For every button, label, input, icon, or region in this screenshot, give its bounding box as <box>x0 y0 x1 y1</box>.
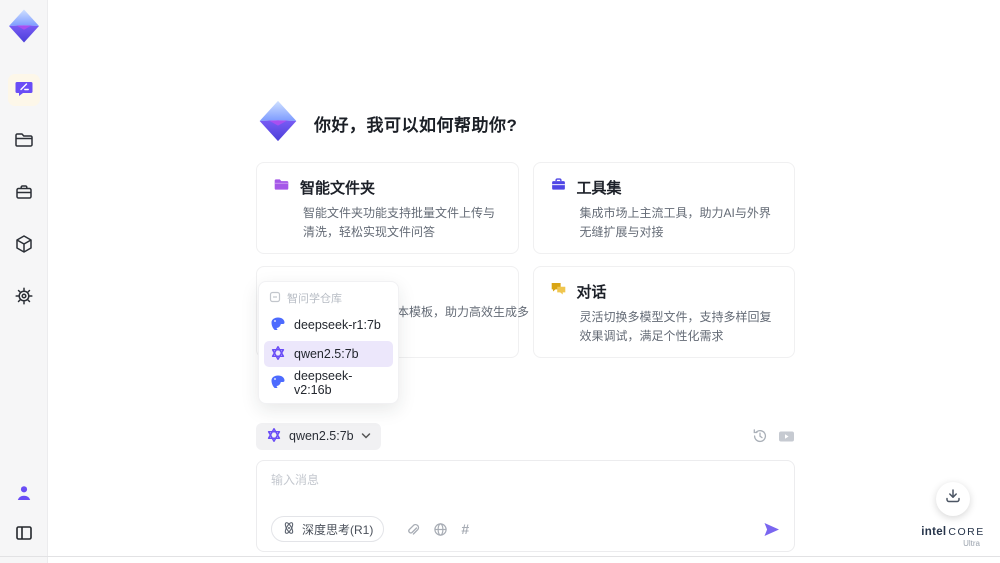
model-selector[interactable]: qwen2.5:7b <box>256 422 381 450</box>
hash-icon[interactable]: # <box>461 522 469 536</box>
card-dialog[interactable]: 对话 灵活切换多模型文件，支持多样回复效果调试，满足个性化需求 <box>532 266 795 359</box>
message-input[interactable] <box>271 471 780 510</box>
model-selector-value: qwen2.5:7b <box>289 429 354 444</box>
panel-icon <box>14 523 34 548</box>
intel-core-badge: intel CORE Ultra <box>920 522 986 549</box>
model-dropdown-header: 智问学仓库 <box>264 287 393 309</box>
card-title: 智能文件夹 <box>300 179 376 197</box>
chevron-down-icon <box>361 429 371 443</box>
gear-icon <box>14 286 34 311</box>
history-icon[interactable] <box>752 428 768 444</box>
card-smart-folder[interactable]: 智能文件夹 智能文件夹功能支持批量文件上传与清洗，轻松实现文件问答 <box>256 162 519 255</box>
video-icon[interactable] <box>778 429 795 444</box>
cube-icon <box>14 234 34 259</box>
model-selector-row: qwen2.5:7b <box>256 422 795 450</box>
sidebar-bottom <box>8 479 40 551</box>
qwen-icon <box>270 345 286 364</box>
composer: 深度思考(R1) # <box>256 460 795 553</box>
globe-icon[interactable] <box>433 522 448 537</box>
folder-icon <box>14 130 34 155</box>
model-option-label: qwen2.5:7b <box>294 347 359 361</box>
atom-icon <box>282 521 296 538</box>
greeting: 你好，我可以如何帮助你? <box>256 100 795 146</box>
chat-icon <box>14 78 34 103</box>
qwen-icon <box>266 427 282 446</box>
sidebar-item-account[interactable] <box>8 479 40 511</box>
header-actions <box>752 428 795 444</box>
card-description: 灵活切换多模型文件，支持多样回复效果调试，满足个性化需求 <box>579 310 772 343</box>
model-option-label: deepseek-v2:16b <box>294 369 353 397</box>
deepseek-icon <box>270 374 286 393</box>
card-description: 本模板，助力高效生成多 <box>397 305 530 320</box>
briefcase-icon <box>14 182 34 207</box>
sidebar-nav <box>7 74 40 314</box>
card-title: 工具集 <box>576 179 622 197</box>
download-button[interactable] <box>936 481 970 516</box>
send-icon[interactable] <box>763 522 780 537</box>
window-bottom-edge <box>0 556 1000 557</box>
deep-think-label: 深度思考(R1) <box>302 522 374 537</box>
model-dropdown: 智问学仓库 deepseek-r1:7b qwen2.5:7b deepseek… <box>258 281 399 404</box>
card-description: 智能文件夹功能支持批量文件上传与清洗，轻松实现文件问答 <box>303 206 496 239</box>
sidebar-item-settings[interactable] <box>8 282 40 314</box>
card-toolset[interactable]: 工具集 集成市场上主流工具，助力AI与外界无缝扩展与对接 <box>532 162 795 255</box>
composer-toolbar: 深度思考(R1) # <box>271 516 780 543</box>
card-description: 集成市场上主流工具，助力AI与外界无缝扩展与对接 <box>579 206 771 239</box>
intel-brand-label: intel <box>921 525 947 538</box>
intel-product-label: CORE <box>948 525 985 538</box>
toolbox-icon <box>550 176 567 198</box>
dialog-icon <box>550 280 567 302</box>
model-option-deepseek-r1[interactable]: deepseek-r1:7b <box>264 312 393 338</box>
deep-think-button[interactable]: 深度思考(R1) <box>271 516 385 543</box>
app-logo-icon <box>6 8 42 44</box>
model-option-qwen[interactable]: qwen2.5:7b <box>264 341 393 367</box>
app-window: 你好，我可以如何帮助你? 智能文件夹 智能文件夹功能支持批量文件上传与清洗，轻松… <box>0 0 1000 563</box>
assistant-logo-icon <box>256 99 300 148</box>
deepseek-icon <box>270 316 286 335</box>
download-icon <box>944 487 962 510</box>
card-title: 对话 <box>576 283 607 301</box>
greeting-title: 你好，我可以如何帮助你? <box>314 115 518 135</box>
sidebar <box>0 0 48 563</box>
corner-widgets: intel CORE Ultra <box>920 481 986 549</box>
sidebar-item-models[interactable] <box>8 230 40 262</box>
model-option-deepseek-v2[interactable]: deepseek-v2:16b <box>264 369 393 397</box>
sidebar-item-folders[interactable] <box>8 126 40 158</box>
paperclip-icon[interactable] <box>405 522 420 537</box>
intel-tier-label: Ultra <box>963 539 980 549</box>
sidebar-item-panel-toggle[interactable] <box>8 519 40 551</box>
sidebar-item-toolbox[interactable] <box>8 178 40 210</box>
person-icon <box>14 483 34 508</box>
model-option-label: deepseek-r1:7b <box>294 318 381 332</box>
sidebar-item-chat[interactable] <box>7 74 40 106</box>
folder-icon <box>273 176 290 198</box>
repo-label: 智问学仓库 <box>287 293 342 305</box>
repo-icon <box>269 291 281 306</box>
